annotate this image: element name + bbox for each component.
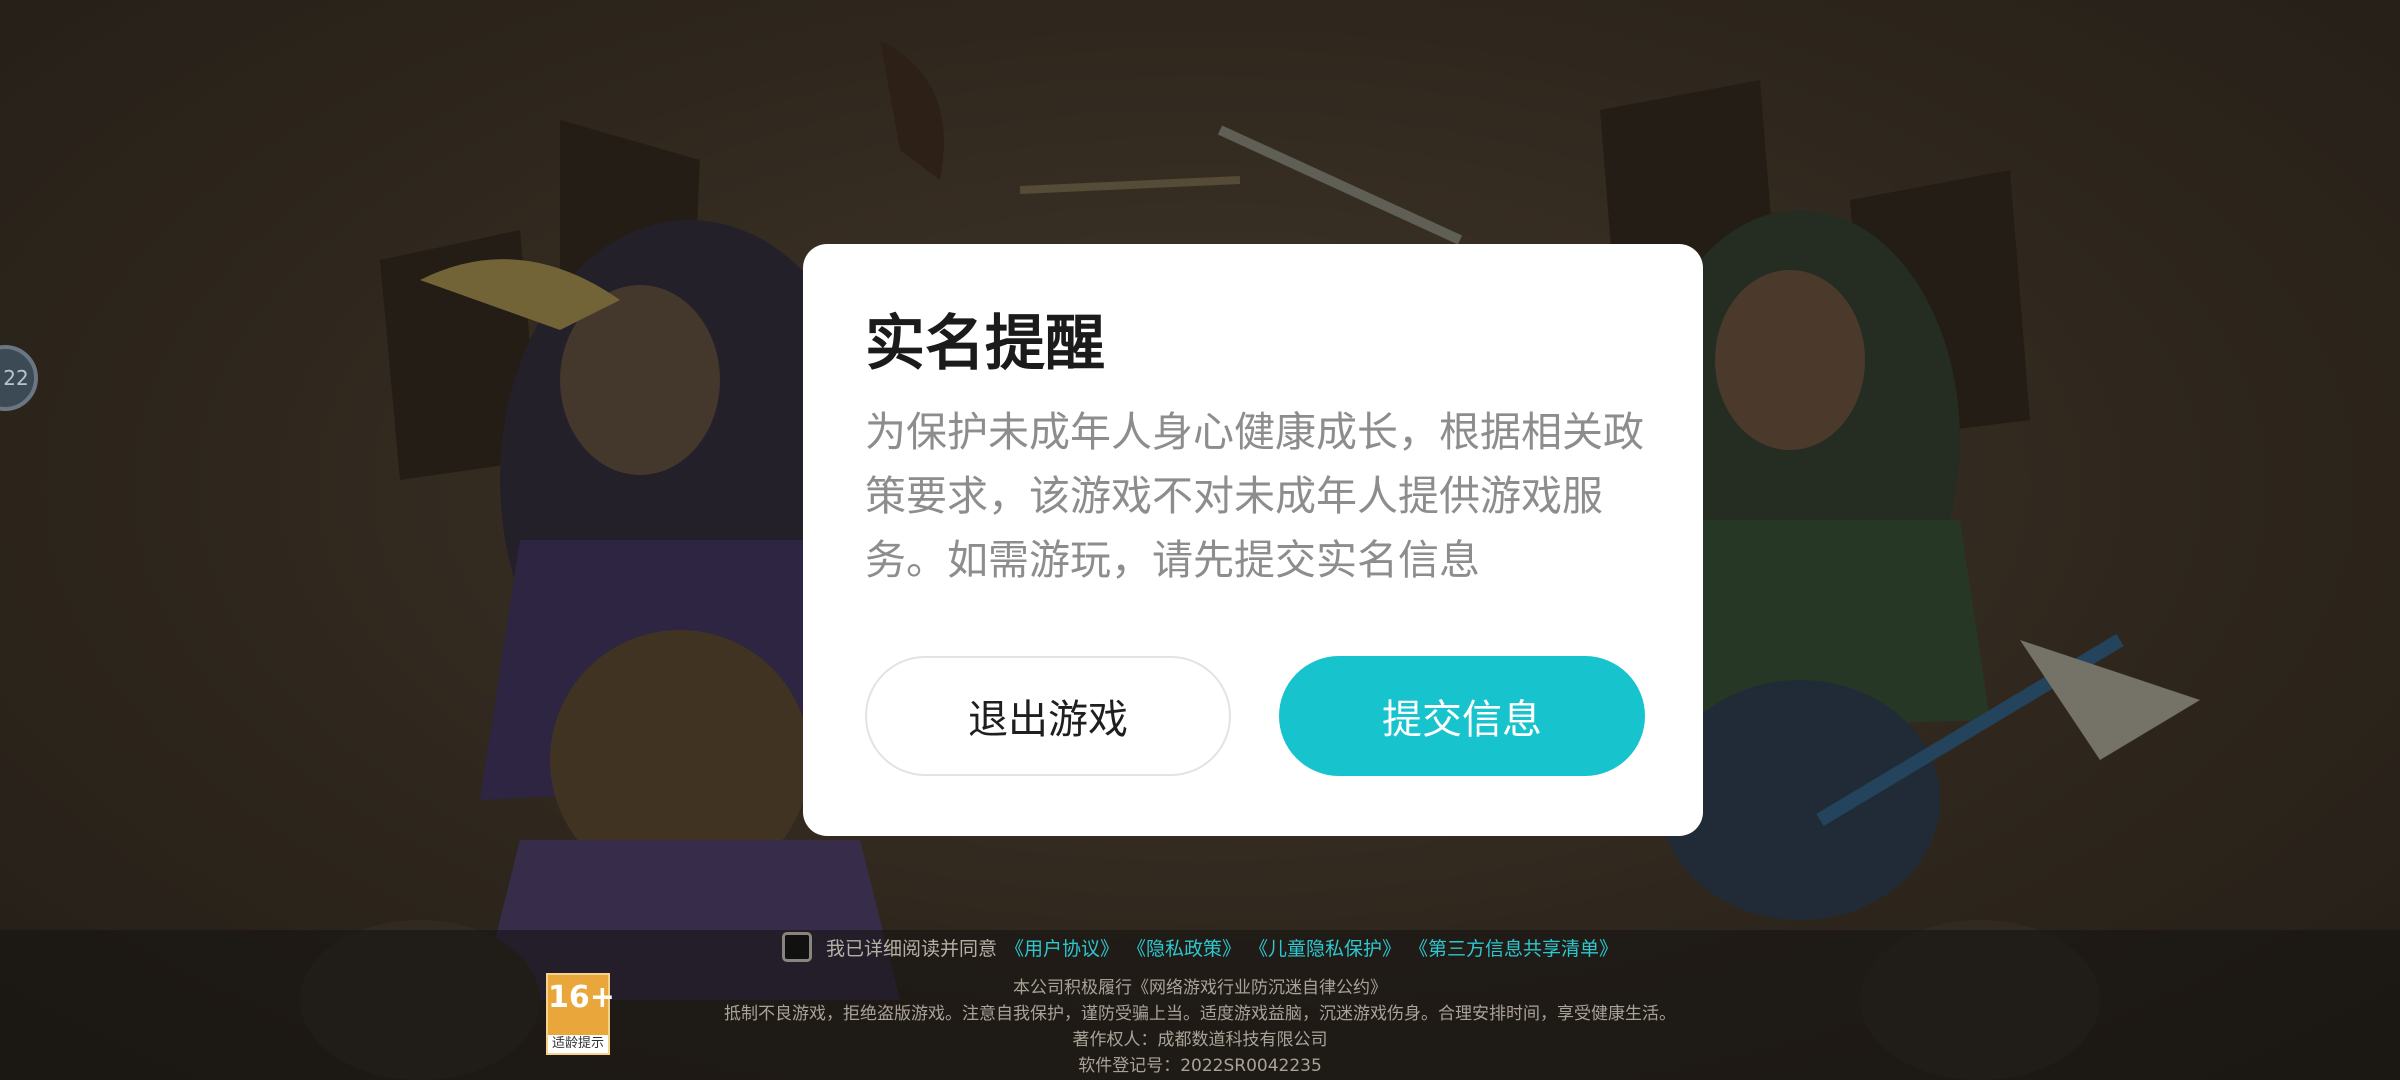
exit-game-button[interactable]: 退出游戏 (865, 656, 1231, 776)
game-screen: 22 我已详细阅读并同意 《用户协议》 《隐私政策》 《儿童隐私保护》 《第三方… (0, 0, 2400, 1080)
privacy-policy-link[interactable]: 《隐私政策》 (1127, 934, 1241, 961)
side-badge-label: 22 (3, 366, 29, 390)
agree-checkbox[interactable] (781, 932, 812, 962)
dialog-title: 实名提醒 (865, 309, 1105, 379)
anti-addiction-pledge: 本公司积极履行《网络游戏行业防沉迷自律公约》 (1013, 978, 1387, 998)
dialog-actions: 退出游戏 提交信息 (865, 656, 1645, 776)
age-rating: 16+ (548, 980, 615, 1015)
agree-prefix: 我已详细阅读并同意 (825, 937, 997, 960)
software-registration: 软件登记号：2022SR0042235 (1078, 1056, 1322, 1076)
copyright-holder: 著作权人：成都数道科技有限公司 (1072, 1030, 1328, 1050)
child-privacy-link[interactable]: 《儿童隐私保护》 (1249, 934, 1401, 961)
real-name-dialog: 实名提醒 为保护未成年人身心健康成长，根据相关政策要求，该游戏不对未成年人提供游… (803, 244, 1703, 836)
age-rating-badge[interactable]: 16+ 适龄提示 (546, 973, 615, 1055)
user-agreement-link[interactable]: 《用户协议》 (1005, 934, 1119, 961)
age-rating-caption: 适龄提示 (548, 1035, 608, 1053)
dialog-message: 为保护未成年人身心健康成长，根据相关政策要求，该游戏不对未成年人提供游戏服务。如… (865, 408, 1644, 584)
agreement-row: 我已详细阅读并同意 《用户协议》 《隐私政策》 《儿童隐私保护》 《第三方信息共… (0, 932, 2400, 962)
health-gaming-notice: 抵制不良游戏，拒绝盗版游戏。注意自我保护，谨防受骗上当。适度游戏益脑，沉迷游戏伤… (724, 1004, 1676, 1024)
third-party-sharing-link[interactable]: 《第三方信息共享清单》 (1409, 934, 1618, 961)
submit-info-button[interactable]: 提交信息 (1279, 656, 1645, 776)
